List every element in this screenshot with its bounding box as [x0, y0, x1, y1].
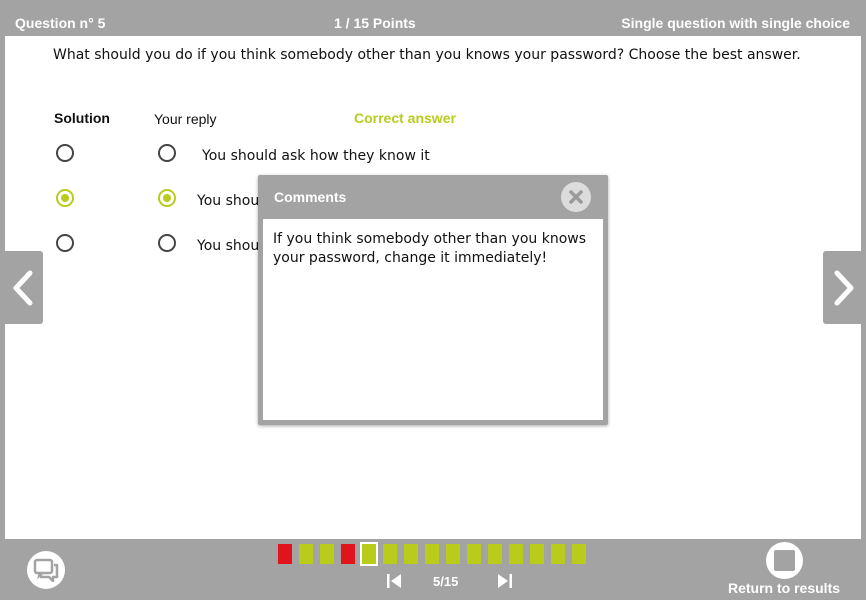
comments-dialog-body: If you think somebody other than you kno…: [263, 219, 603, 420]
solution-radio-1: [56, 144, 74, 162]
progress-square-11[interactable]: [488, 544, 502, 564]
progress-square-6[interactable]: [383, 544, 397, 564]
skip-last-icon[interactable]: [497, 573, 513, 589]
progress-square-12[interactable]: [509, 544, 523, 564]
next-question-button[interactable]: [823, 251, 866, 324]
question-text: What should you do if you think somebody…: [53, 47, 801, 63]
progress-square-5[interactable]: [360, 542, 378, 566]
answer-text-3: You shou: [197, 238, 260, 254]
chat-bubbles-icon: [33, 558, 59, 582]
progress-square-9[interactable]: [446, 544, 460, 564]
return-to-results-label[interactable]: Return to results: [728, 580, 840, 596]
question-type: Single question with single choice: [621, 15, 850, 31]
previous-question-button[interactable]: [0, 251, 43, 324]
progress-square-7[interactable]: [404, 544, 418, 564]
comments-button[interactable]: [27, 551, 65, 589]
page-indicator: 5/15: [433, 574, 459, 589]
comments-dialog-title: Comments: [274, 189, 347, 205]
close-x-icon: [569, 190, 583, 204]
skip-first-icon[interactable]: [386, 573, 402, 589]
progress-square-13[interactable]: [530, 544, 544, 564]
chevron-left-icon: [13, 270, 32, 305]
answer-text-1: You should ask how they know it: [202, 148, 430, 164]
reply-column-header: Your reply: [154, 111, 217, 127]
progress-square-1[interactable]: [278, 544, 292, 564]
answer-text-2: You shou: [197, 193, 260, 209]
top-bar: Question n° 5 1 / 15 Points Single quest…: [0, 0, 866, 36]
close-dialog-button[interactable]: [561, 182, 591, 212]
solution-radio-2: [56, 189, 74, 207]
chevron-right-icon: [834, 270, 853, 305]
solution-radio-3: [56, 234, 74, 252]
reply-radio-2[interactable]: [158, 189, 176, 207]
bottom-bar: 5/15 Return to results: [0, 539, 866, 600]
progress-square-8[interactable]: [425, 544, 439, 564]
question-number: Question n° 5: [15, 15, 106, 31]
progress-square-14[interactable]: [551, 544, 565, 564]
question-points: 1 / 15 Points: [334, 15, 416, 31]
reply-radio-1[interactable]: [158, 144, 176, 162]
correct-answer-label: Correct answer: [354, 110, 456, 126]
progress-square-15[interactable]: [572, 544, 586, 564]
progress-square-3[interactable]: [320, 544, 334, 564]
progress-square-10[interactable]: [467, 544, 481, 564]
progress-square-2[interactable]: [299, 544, 313, 564]
solution-column-header: Solution: [54, 110, 110, 126]
return-to-results-button[interactable]: [766, 542, 803, 579]
progress-square-4[interactable]: [341, 544, 355, 564]
stop-square-icon: [774, 550, 795, 571]
reply-radio-3[interactable]: [158, 234, 176, 252]
comments-dialog: Comments If you think somebody other tha…: [258, 175, 608, 425]
